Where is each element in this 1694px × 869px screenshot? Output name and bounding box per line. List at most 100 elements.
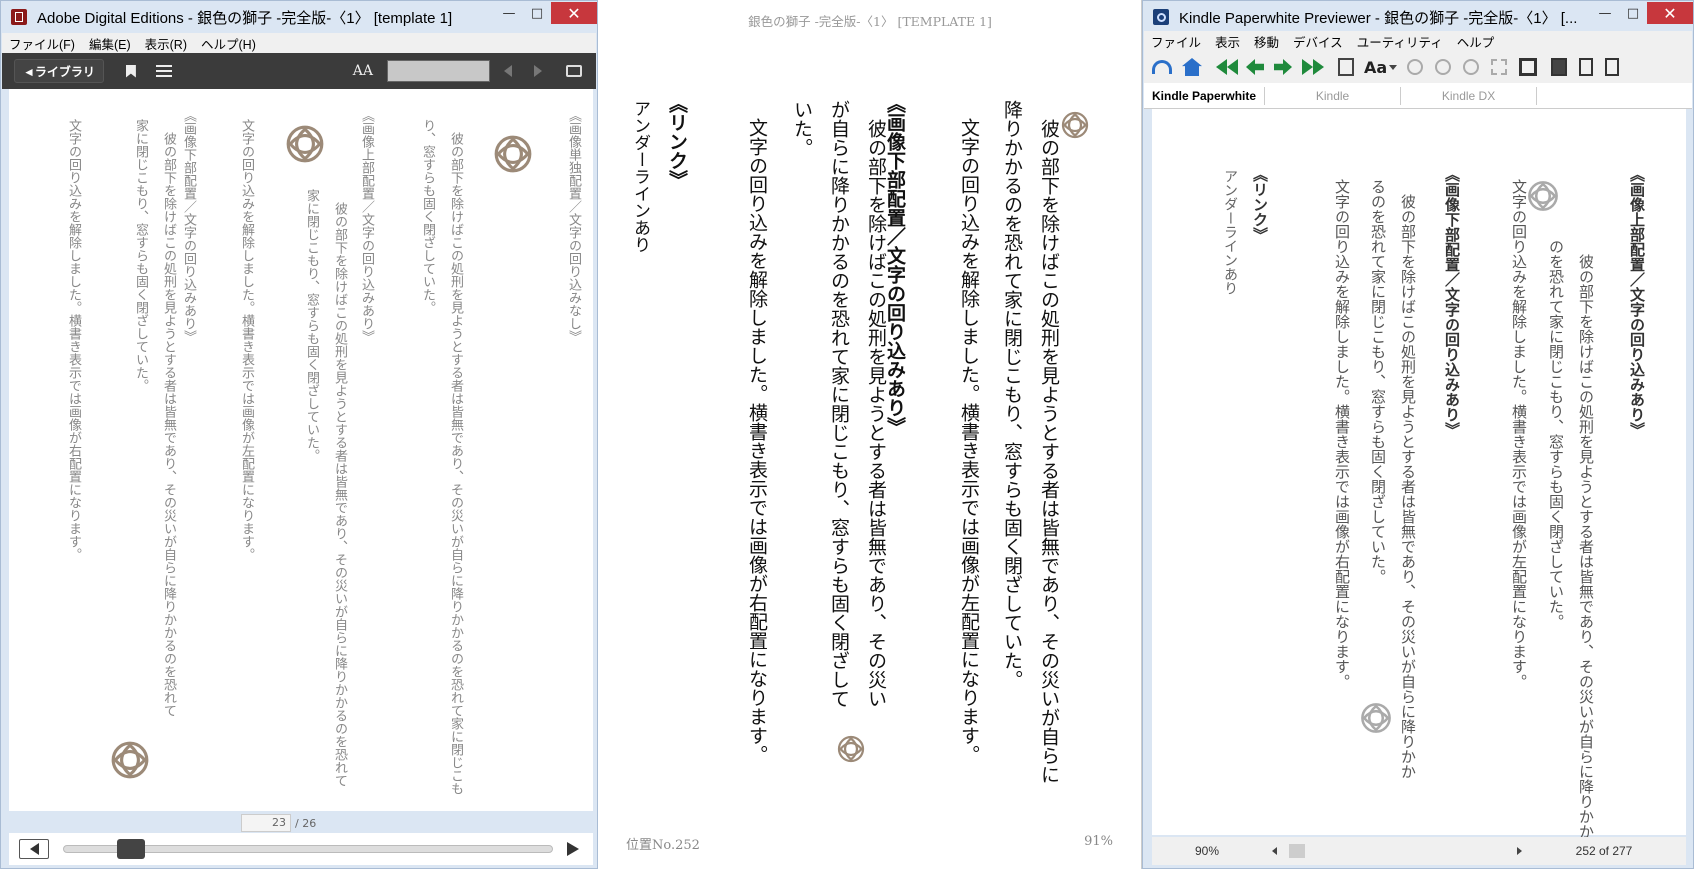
last-page-icon[interactable]: [1302, 59, 1324, 75]
menu-help[interactable]: ヘルプ(H): [194, 34, 263, 53]
link-text[interactable]: アンダーラインあり: [628, 100, 653, 400]
next-page-icon[interactable]: [534, 65, 542, 77]
paragraph: 文字の回り込みを解除しました。横書き表示では画像が左配置になります。: [1510, 179, 1528, 689]
kpw-app-icon: [1153, 9, 1169, 25]
font-size-button[interactable]: AA: [353, 63, 373, 79]
close-button[interactable]: ✕: [551, 2, 597, 24]
paragraph: 文字の回り込みを解除しました。横書き表示では画像が右配置になります。: [1333, 179, 1351, 689]
ade-bottom-bar: [9, 833, 593, 865]
menu-file[interactable]: ファイル(F): [2, 34, 82, 53]
tab-kindle-dx[interactable]: Kindle DX: [1401, 86, 1538, 105]
section-heading: 《リンク》: [666, 94, 688, 189]
kpw-toolbar: Aa: [1144, 51, 1692, 83]
page-number-input[interactable]: 23: [241, 814, 291, 832]
page-view-icon[interactable]: [1338, 58, 1354, 76]
scrollbar-thumb[interactable]: [1289, 844, 1305, 858]
ade-titlebar: Adobe Digital Editions - 銀色の獅子 -完全版-〈1〉 …: [1, 1, 597, 33]
paragraph: 文字の回り込みを解除しました。横書き表示では画像が右配置になります。: [746, 118, 768, 764]
library-button[interactable]: ◄ライブラリ: [14, 59, 104, 83]
maximize-button[interactable]: □: [1619, 2, 1647, 24]
ade-menubar: ファイル(F) 編集(E) 表示(R) ヘルプ(H): [2, 33, 596, 53]
ade-paragraph: 彼の部下を除けばこの処刑を見ようとする者は皆無であり、その災いが自らに降りかかる…: [133, 119, 176, 717]
paragraph: 彼の部下を除けばこの処刑を見ようとする者は皆無であり、その災いが自らに降りかかる…: [1001, 100, 1060, 784]
next-icon[interactable]: [1274, 59, 1292, 75]
page-header: 銀色の獅子 -完全版-〈1〉 [TEMPLATE 1]: [748, 14, 992, 29]
paragraph: 文字の回り込みを解除しました。横書き表示では画像が左配置になります。: [958, 118, 980, 764]
ade-toolbar: ◄ライブラリ AA: [2, 53, 596, 89]
fullscreen-icon[interactable]: [1519, 58, 1538, 76]
paragraph: 彼の部下を除けばこの処刑を見ようとする者は皆無であり、その災いが自らに降りかかる…: [1369, 179, 1417, 779]
location-label: 位置No.252: [626, 838, 700, 853]
ade-ornament-image: [492, 133, 534, 175]
ade-app-icon: [11, 9, 27, 25]
page-position: 252 of 277: [1575, 844, 1633, 858]
kpw-status-bar: 90% 252 of 277: [1152, 837, 1686, 865]
back-icon[interactable]: [1152, 60, 1172, 74]
ade-paragraph: 彼の部下を除けばこの処刑を見ようとする者は皆無であり、その災いが自らに降りかかる…: [420, 119, 463, 795]
menu-help[interactable]: ヘルプ: [1450, 32, 1502, 51]
zoom-out-icon[interactable]: [1435, 59, 1452, 75]
zoom-level: 90%: [1194, 844, 1220, 858]
horizontal-scrollbar[interactable]: [1287, 843, 1517, 859]
menu-utility[interactable]: ユーティリティ: [1350, 32, 1450, 51]
settings-doc-icon[interactable]: [1605, 58, 1620, 76]
ade-window-title: Adobe Digital Editions - 銀色の獅子 -完全版-〈1〉 …: [37, 9, 453, 27]
menu-file[interactable]: ファイル: [1144, 32, 1208, 51]
device-tabs: Kindle Paperwhite Kindle Kindle DX: [1144, 83, 1692, 109]
ade-paragraph: 文字の回り込みを解除しました。横書き表示では画像が右配置になります。: [66, 119, 81, 561]
kpw-menubar: ファイル 表示 移動 デバイス ユーティリティ ヘルプ: [1144, 31, 1692, 51]
bookmark-icon[interactable]: [125, 64, 136, 78]
ornament-image: [836, 734, 866, 764]
progress-percent: 91%: [1084, 834, 1113, 849]
paragraph: 彼の部下を除けばこの処刑を見ようとする者は皆無であり、その災いが自らに降りかかる…: [1547, 239, 1595, 854]
minimize-button[interactable]: —: [495, 2, 523, 24]
left-arrow-icon: [29, 843, 39, 855]
page-slider-thumb[interactable]: [117, 839, 145, 859]
fit-page-icon[interactable]: [1491, 59, 1508, 75]
page-slider[interactable]: [63, 839, 553, 859]
menu-view[interactable]: 表示(R): [138, 34, 194, 53]
menu-view[interactable]: 表示: [1208, 32, 1247, 51]
ade-page: 《画像単独配置／文字の回り込みなし》 彼の部下を除けばこの処刑を見ようとする者は…: [9, 89, 593, 811]
ade-heading-top: 《画像上部配置／文字の回り込みあり》: [359, 109, 374, 343]
chevron-down-icon[interactable]: [1389, 64, 1398, 70]
reader-page-pane: 銀色の獅子 -完全版-〈1〉 [TEMPLATE 1] 彼の部下を除けばこの処刑…: [598, 0, 1142, 869]
ade-heading-standalone: 《画像単独配置／文字の回り込みなし》: [566, 109, 581, 343]
section-heading: 《画像上部配置／文字の回り込みあり》: [1628, 167, 1646, 437]
cover-icon[interactable]: [1551, 58, 1568, 76]
section-heading: 《リンク》: [1251, 167, 1269, 242]
ade-paragraph: 彼の部下を除けばこの処刑を見ようとする者は皆無であり、その災いが自らに降りかかる…: [304, 189, 347, 787]
ornament-image: [1526, 179, 1560, 213]
back-arrow-button[interactable]: [19, 839, 49, 859]
tab-kindle[interactable]: Kindle: [1265, 86, 1402, 105]
prev-page-icon[interactable]: [504, 65, 512, 77]
menu-go[interactable]: 移動: [1247, 32, 1286, 51]
close-button[interactable]: ✕: [1647, 2, 1693, 24]
document-icon[interactable]: [1579, 58, 1594, 76]
ade-search-input[interactable]: [387, 60, 490, 82]
ornament-image: [1359, 701, 1393, 735]
menu-device[interactable]: デバイス: [1286, 32, 1350, 51]
section-heading: 《画像下部配置／文字の回り込みあり》: [1443, 167, 1461, 437]
scroll-left-icon[interactable]: [1272, 847, 1277, 855]
forward-arrow-icon[interactable]: [567, 842, 579, 856]
page-total: / 26: [295, 816, 317, 830]
home-icon[interactable]: [1182, 58, 1202, 76]
first-page-icon[interactable]: [1216, 59, 1238, 75]
ade-window: Adobe Digital Editions - 銀色の獅子 -完全版-〈1〉 …: [0, 0, 598, 869]
prev-icon[interactable]: [1246, 59, 1264, 75]
zoom-in-icon[interactable]: [1407, 59, 1424, 75]
font-size-button[interactable]: Aa: [1364, 58, 1387, 77]
toc-list-icon[interactable]: [155, 65, 172, 77]
fullscreen-icon[interactable]: [566, 65, 582, 77]
minimize-button[interactable]: —: [1591, 2, 1619, 24]
link-text[interactable]: アンダーラインあり: [1220, 169, 1240, 469]
tab-kindle-paperwhite[interactable]: Kindle Paperwhite: [1144, 86, 1266, 105]
kpw-page: 《画像上部配置／文字の回り込みあり》 彼の部下を除けばこの処刑を見ようとする者は…: [1152, 109, 1686, 854]
ade-ornament-image: [284, 123, 326, 165]
maximize-button[interactable]: □: [523, 2, 551, 24]
menu-edit[interactable]: 編集(E): [82, 34, 138, 53]
ade-page-indicator: 23 / 26: [241, 814, 316, 832]
zoom-reset-icon[interactable]: [1463, 59, 1480, 75]
ade-ornament-image: [109, 739, 151, 781]
